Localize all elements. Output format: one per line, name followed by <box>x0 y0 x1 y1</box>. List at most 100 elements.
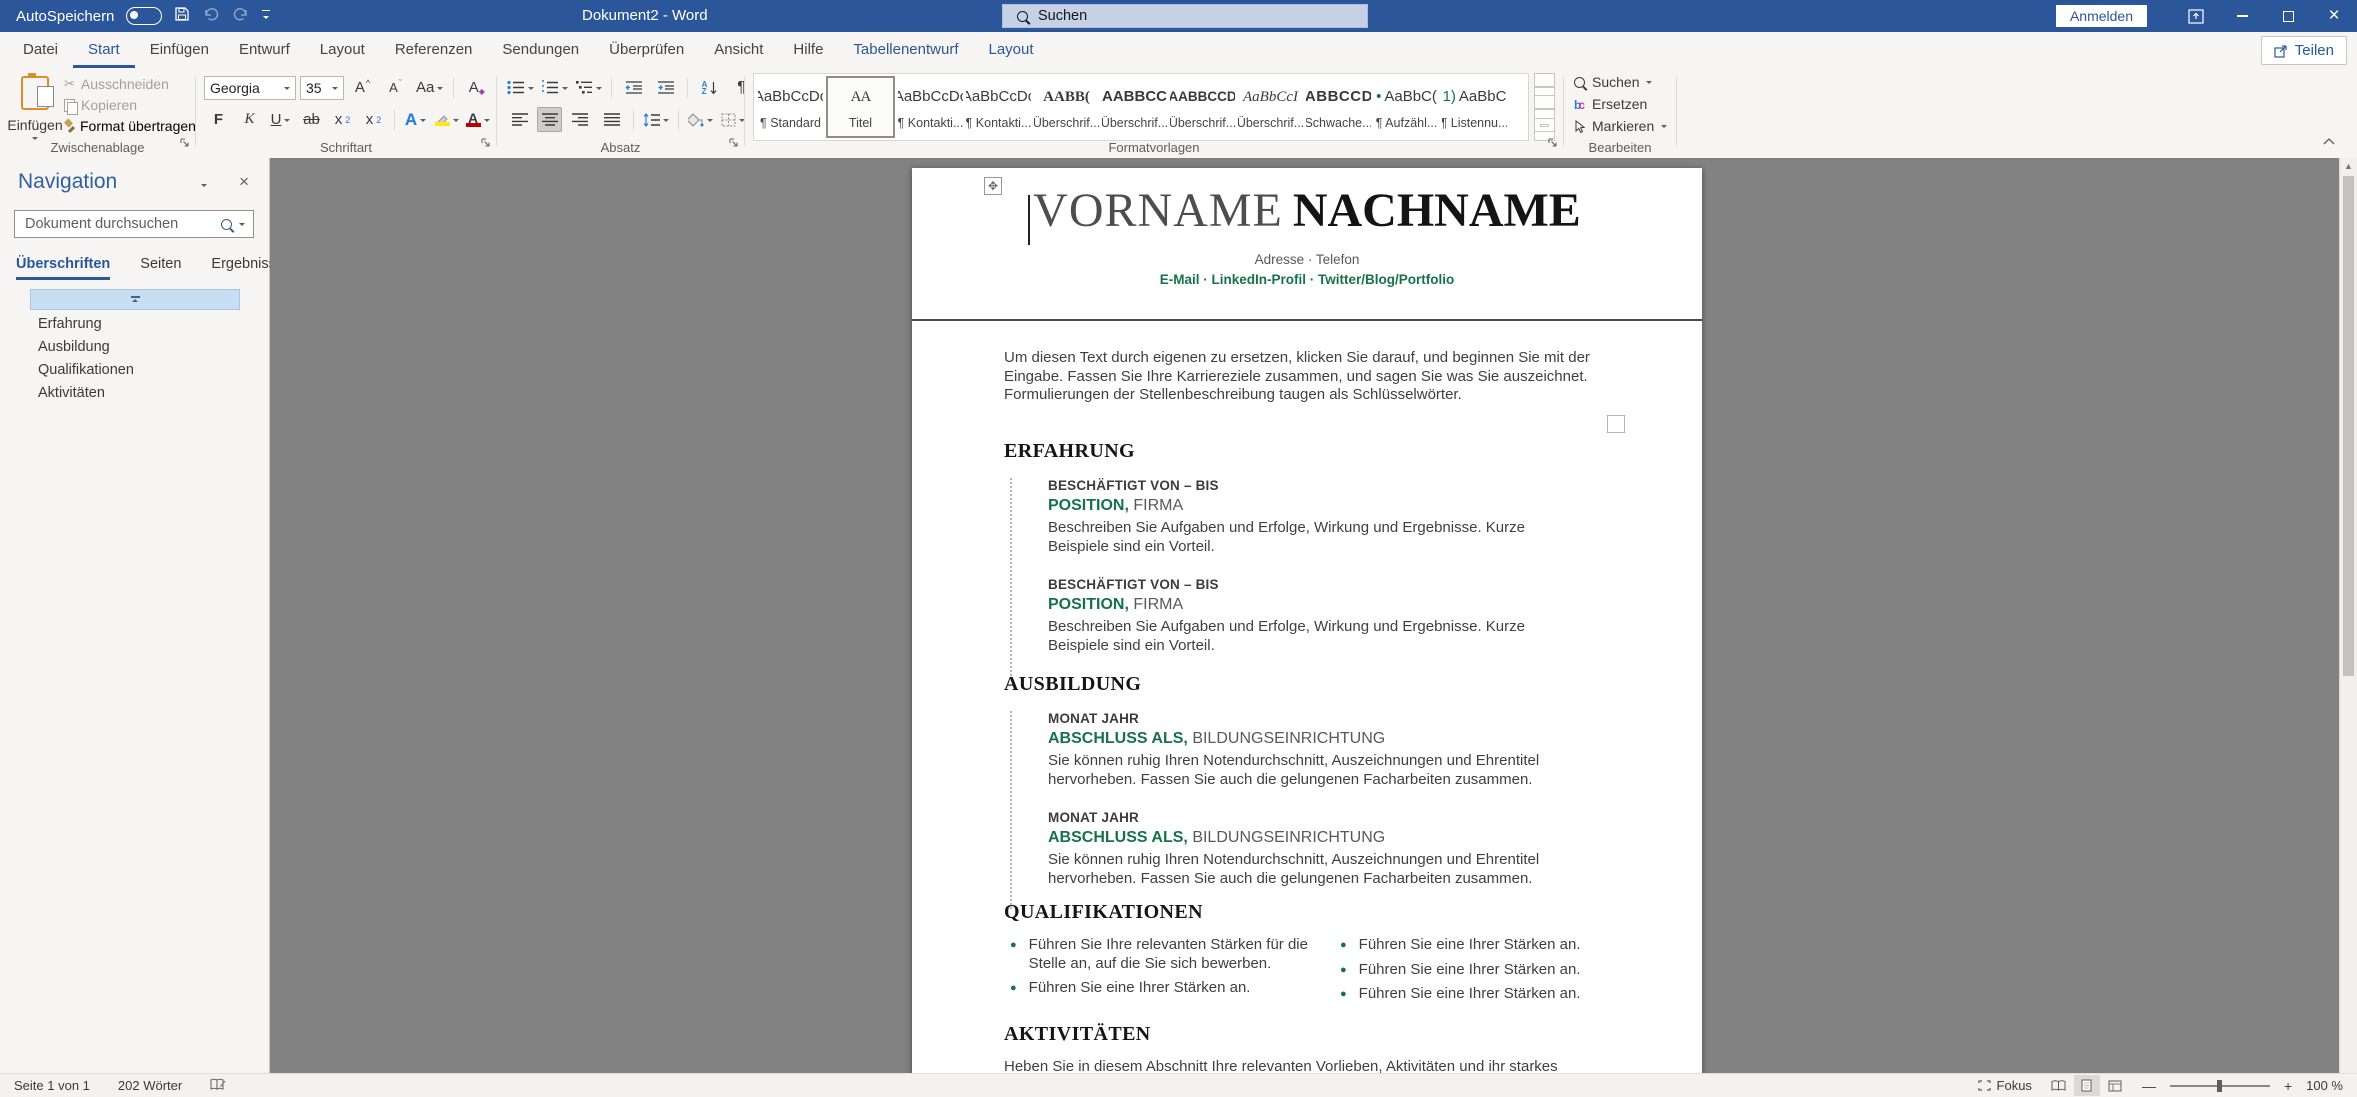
section-heading-qualifikationen[interactable]: QUALIFIKATIONEN <box>1004 901 1203 924</box>
table-resize-handle[interactable] <box>1607 415 1625 433</box>
highlight-button[interactable] <box>432 107 461 132</box>
style-kontaktinfo[interactable]: AaBbCcDc ¶ Kontakti... <box>898 76 963 138</box>
subscript-button[interactable]: x2 <box>328 107 357 132</box>
qualification-item[interactable]: ●Führen Sie eine Ihrer Stärken an. <box>1340 936 1585 955</box>
experience-entry[interactable]: BESCHÄFTIGT VON – BIS POSITION, FIRMA Be… <box>1048 478 1572 556</box>
tab-datei[interactable]: Datei <box>8 32 73 68</box>
tab-hilfe[interactable]: Hilfe <box>778 32 838 68</box>
print-layout-view-icon[interactable] <box>2074 1075 2100 1096</box>
tab-referenzen[interactable]: Referenzen <box>380 32 488 68</box>
contact-line-1[interactable]: Adresse · Telefon <box>912 252 1702 267</box>
align-left-button[interactable] <box>505 107 534 132</box>
highlight-dropdown-icon[interactable] <box>453 119 459 125</box>
undo-icon[interactable] <box>202 6 220 26</box>
restore-button[interactable] <box>2265 0 2311 32</box>
increase-indent-button[interactable] <box>651 75 680 100</box>
clear-formatting-button[interactable]: A◆ <box>462 75 491 100</box>
scroll-up-icon[interactable]: ▲ <box>2340 158 2357 171</box>
borders-button[interactable] <box>718 107 747 132</box>
navigation-options-dropdown-icon[interactable] <box>201 184 207 190</box>
font-color-dropdown-icon[interactable] <box>484 119 490 125</box>
tab-ueberpruefen[interactable]: Überprüfen <box>594 32 699 68</box>
styles-scroll-down-icon[interactable] <box>1534 96 1555 118</box>
qualification-item[interactable]: ●Führen Sie Ihre relevanten Stärken für … <box>1010 936 1310 973</box>
sort-button[interactable]: AZ <box>695 75 724 100</box>
cut-button[interactable]: ✂ Ausschneiden <box>64 76 196 92</box>
italic-button[interactable]: K <box>235 107 264 132</box>
superscript-button[interactable]: x2 <box>359 107 388 132</box>
font-name-combo[interactable] <box>204 76 296 100</box>
minimize-button[interactable] <box>2219 0 2265 32</box>
nav-heading-qualifikationen[interactable]: Qualifikationen <box>38 362 134 378</box>
qualification-item[interactable]: ●Führen Sie eine Ihrer Stärken an. <box>1010 979 1310 998</box>
bold-button[interactable]: F <box>204 107 233 132</box>
share-button[interactable]: Teilen <box>2261 36 2347 65</box>
zoom-in-icon[interactable]: + <box>2284 1078 2292 1094</box>
justify-button[interactable] <box>597 107 626 132</box>
select-dropdown-icon[interactable] <box>1661 125 1667 131</box>
grow-font-button[interactable]: A^ <box>348 75 377 100</box>
document-page[interactable]: ✥ VORNAMENACHNAME Adresse · Telefon E-Ma… <box>912 168 1702 1074</box>
navigation-search-box[interactable] <box>14 210 254 238</box>
multilevel-dropdown-icon[interactable] <box>596 87 602 93</box>
line-spacing-dropdown-icon[interactable] <box>663 119 669 125</box>
qualification-item[interactable]: ●Führen Sie eine Ihrer Stärken an. <box>1340 985 1585 1004</box>
decrease-indent-button[interactable] <box>619 75 648 100</box>
navigation-search-icon[interactable] <box>221 219 232 230</box>
style-titel[interactable]: AA Titel <box>826 76 895 138</box>
style-aufzaehlung[interactable]: •AaBbC( ¶ Aufzähl... <box>1374 76 1439 138</box>
zoom-level-label[interactable]: 100 % <box>2306 1078 2343 1093</box>
nav-heading-ausbildung[interactable]: Ausbildung <box>38 339 134 355</box>
tab-ansicht[interactable]: Ansicht <box>699 32 778 68</box>
nav-heading-erfahrung[interactable]: Erfahrung <box>38 316 134 332</box>
save-icon[interactable] <box>174 6 190 26</box>
paragraph-dialog-launcher-icon[interactable] <box>728 135 739 153</box>
tab-tabellenentwurf[interactable]: Tabellenentwurf <box>838 32 973 68</box>
text-effects-button[interactable]: A <box>401 107 430 132</box>
styles-scroll-up-icon[interactable] <box>1534 73 1555 96</box>
underline-button[interactable]: U <box>266 107 295 132</box>
zoom-out-icon[interactable]: — <box>2142 1078 2156 1094</box>
web-layout-view-icon[interactable] <box>2102 1075 2128 1096</box>
tab-einfuegen[interactable]: Einfügen <box>135 32 224 68</box>
sign-in-button[interactable]: Anmelden <box>2056 5 2147 27</box>
title-first-name[interactable]: VORNAME <box>1033 184 1283 237</box>
tab-layout[interactable]: Layout <box>305 32 380 68</box>
summary-paragraph[interactable]: Um diesen Text durch eigenen zu ersetzen… <box>1004 349 1592 405</box>
education-entry[interactable]: MONAT JAHR ABSCHLUSS ALS, BILDUNGSEINRIC… <box>1048 810 1572 888</box>
redo-icon[interactable] <box>232 6 250 26</box>
page-count-label[interactable]: Seite 1 von 1 <box>14 1078 90 1093</box>
styles-dialog-launcher-icon[interactable] <box>1547 135 1558 153</box>
text-effects-dropdown-icon[interactable] <box>420 119 426 125</box>
style-ueberschrift-2[interactable]: AABBCC Überschrif... <box>1102 76 1167 138</box>
replace-button[interactable]: bc Ersetzen <box>1574 96 1667 112</box>
align-right-button[interactable] <box>565 107 594 132</box>
nav-heading-aktivitaeten[interactable]: Aktivitäten <box>38 385 134 401</box>
education-entry[interactable]: MONAT JAHR ABSCHLUSS ALS, BILDUNGSEINRIC… <box>1048 711 1572 789</box>
shrink-font-button[interactable]: Aˇ <box>381 75 410 100</box>
font-size-dropdown-icon[interactable] <box>332 87 338 93</box>
word-count-label[interactable]: 202 Wörter <box>118 1078 182 1093</box>
search-box[interactable]: Suchen <box>1002 4 1368 28</box>
tab-entwurf[interactable]: Entwurf <box>224 32 305 68</box>
bullets-button[interactable] <box>505 75 536 100</box>
contact-line-2[interactable]: E-Mail · LinkedIn-Profil · Twitter/Blog/… <box>912 272 1702 287</box>
customize-quick-access-icon[interactable] <box>262 10 270 23</box>
close-button[interactable]: × <box>2311 0 2357 32</box>
line-spacing-button[interactable] <box>641 107 671 132</box>
font-size-combo[interactable] <box>300 76 344 100</box>
tab-tabellen-layout[interactable]: Layout <box>974 32 1049 68</box>
zoom-slider-thumb[interactable] <box>2217 1080 2222 1092</box>
section-heading-ausbildung[interactable]: AUSBILDUNG <box>1004 673 1141 696</box>
zoom-slider[interactable] <box>2170 1085 2270 1087</box>
ribbon-display-options-icon[interactable] <box>2173 0 2219 32</box>
underline-dropdown-icon[interactable] <box>284 119 290 125</box>
navigation-close-icon[interactable]: × <box>239 172 249 192</box>
style-ueberschrift-1[interactable]: AABB( Überschrif... <box>1034 76 1099 138</box>
numbering-dropdown-icon[interactable] <box>562 87 568 93</box>
vertical-scrollbar[interactable]: ▲ <box>2339 158 2357 1074</box>
bullets-dropdown-icon[interactable] <box>528 87 534 93</box>
style-ueberschrift-4[interactable]: AaBbCcI Überschrif... <box>1238 76 1303 138</box>
tab-start[interactable]: Start <box>73 32 135 68</box>
navigation-search-input[interactable] <box>23 215 214 233</box>
